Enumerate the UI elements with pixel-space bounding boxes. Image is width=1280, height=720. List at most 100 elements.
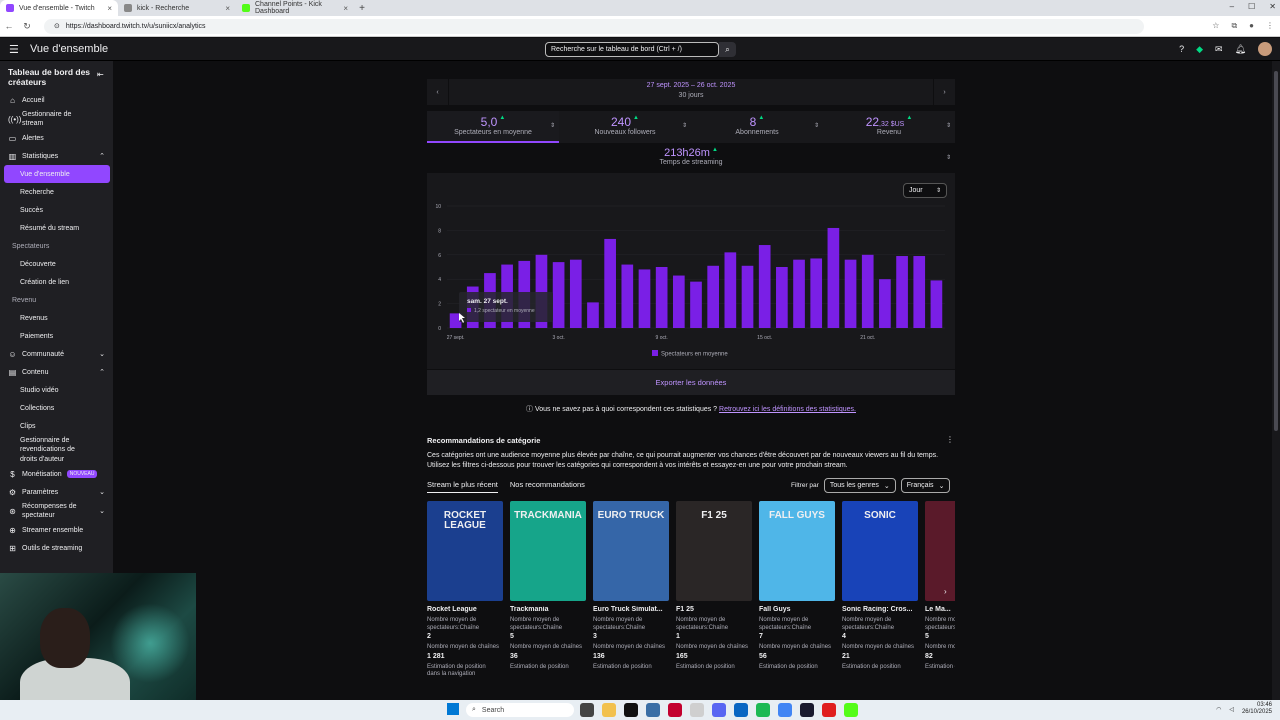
wifi-icon[interactable]: ◠ bbox=[1216, 706, 1221, 713]
category-card[interactable]: F1 25 F1 25 Nombre moyen de spectateurs:Ch… bbox=[676, 501, 752, 671]
discord-icon[interactable] bbox=[712, 703, 726, 717]
windows-start-icon[interactable] bbox=[447, 703, 459, 715]
browser-tab-kick-dashboard[interactable]: Channel Points - Kick Dashboard × bbox=[236, 0, 354, 16]
category-name[interactable]: Sonic Racing: Cros... bbox=[842, 606, 918, 613]
new-tab-button[interactable]: + bbox=[354, 0, 370, 16]
sidebar-item-r-sum-du-stream[interactable]: Résumé du stream bbox=[0, 219, 113, 237]
category-cover[interactable]: FALL GUYS bbox=[759, 501, 835, 601]
sidebar-item-paiements[interactable]: Paiements bbox=[0, 327, 113, 345]
chevron-down-icon[interactable]: ⌄ bbox=[99, 350, 105, 358]
close-tab-icon[interactable]: × bbox=[343, 4, 348, 13]
sidebar-item-contenu[interactable]: ▤ Contenu ⌃ bbox=[0, 363, 113, 381]
spotify-icon[interactable] bbox=[756, 703, 770, 717]
clock[interactable]: 03:46 26/10/2025 bbox=[1242, 702, 1272, 716]
search-icon[interactable]: ⌕ bbox=[719, 42, 736, 57]
genre-select[interactable]: Tous les genres ⌄ bbox=[823, 478, 896, 493]
collapse-sidebar-icon[interactable]: ⇤ bbox=[97, 70, 104, 79]
stat-card[interactable]: 8 ▲ Abonnements ⇕ bbox=[691, 111, 823, 143]
sidebar-item-gestionnaire-de-revendications-de-droits-d-auteur[interactable]: Gestionnaire de revendications de droits… bbox=[0, 435, 113, 465]
category-card[interactable]: ROCKET LEAGUE Rocket League Nombre moyen d… bbox=[427, 501, 503, 679]
tiktok-icon[interactable] bbox=[624, 703, 638, 717]
task-view-icon[interactable] bbox=[580, 703, 594, 717]
category-name[interactable]: Euro Truck Simulat... bbox=[593, 606, 669, 613]
sidebar-item-outils-de-streaming[interactable]: ⊞ Outils de streaming bbox=[0, 539, 113, 557]
category-card[interactable]: TRACKMANIA Trackmania Nombre moyen de spec… bbox=[510, 501, 586, 671]
category-card[interactable]: Le Ma... Nombre moyen de spectateurs:Chaî… bbox=[925, 501, 955, 671]
app-icon[interactable] bbox=[800, 703, 814, 717]
stat-card[interactable]: 22,32 $US▲ Revenu ⇕ bbox=[823, 111, 955, 143]
date-range[interactable]: 27 sept. 2025 – 26 oct. 2025 bbox=[427, 82, 955, 89]
dashboard-search-input[interactable]: Recherche sur le tableau de bord (Ctrl +… bbox=[545, 42, 719, 57]
category-name[interactable]: Trackmania bbox=[510, 606, 586, 613]
more-options-icon[interactable]: ⋮ bbox=[946, 435, 954, 444]
category-card[interactable]: EURO TRUCK Euro Truck Simulat... Nombre mo… bbox=[593, 501, 669, 671]
sidebar-item-succ-s[interactable]: Succès bbox=[0, 201, 113, 219]
category-cover[interactable]: ROCKET LEAGUE bbox=[427, 501, 503, 601]
obs-icon[interactable] bbox=[822, 703, 836, 717]
app-icon[interactable] bbox=[690, 703, 704, 717]
browser-tab-twitch[interactable]: Vue d'ensemble - Twitch × bbox=[0, 0, 118, 16]
profile-icon[interactable]: ● bbox=[1249, 21, 1254, 31]
next-period-icon[interactable]: › bbox=[933, 79, 955, 105]
extensions-icon[interactable]: ⧉ bbox=[1231, 21, 1237, 31]
category-name[interactable]: Rocket League bbox=[427, 606, 503, 613]
sidebar-item-cr-ation-de-lien[interactable]: Création de lien bbox=[0, 273, 113, 291]
file-explorer-icon[interactable] bbox=[602, 703, 616, 717]
minimize-icon[interactable]: – bbox=[1230, 2, 1234, 11]
avatar[interactable] bbox=[1258, 42, 1272, 56]
scrollbar-thumb[interactable] bbox=[1274, 71, 1278, 431]
tab-recent-stream[interactable]: Stream le plus récent bbox=[427, 480, 498, 493]
outlook-icon[interactable] bbox=[734, 703, 748, 717]
sidebar-item-param-tres[interactable]: ⚙ Paramètres ⌄ bbox=[0, 483, 113, 501]
app-icon[interactable] bbox=[668, 703, 682, 717]
sidebar-item-collections[interactable]: Collections bbox=[0, 399, 113, 417]
browser-tab-kick-search[interactable]: kick - Recherche × bbox=[118, 0, 236, 16]
category-cover[interactable]: SONIC bbox=[842, 501, 918, 601]
sidebar-item-d-couverte[interactable]: Découverte bbox=[0, 255, 113, 273]
sidebar-item-vue-d-ensemble[interactable]: Vue d'ensemble bbox=[4, 165, 110, 183]
category-name[interactable]: Le Ma... bbox=[925, 606, 955, 613]
close-tab-icon[interactable]: × bbox=[225, 4, 230, 13]
browser-menu-icon[interactable]: ⋮ bbox=[1266, 21, 1274, 31]
store-icon[interactable] bbox=[646, 703, 660, 717]
category-cover[interactable] bbox=[925, 501, 955, 601]
close-window-icon[interactable]: ✕ bbox=[1269, 2, 1276, 11]
sidebar-item-recherche[interactable]: Recherche bbox=[0, 183, 113, 201]
export-data-button[interactable]: Exporter les données bbox=[427, 370, 955, 395]
chevron-down-icon[interactable]: ⌄ bbox=[99, 507, 105, 516]
close-tab-icon[interactable]: × bbox=[107, 4, 112, 13]
definitions-link[interactable]: Retrouvez ici les définitions des statis… bbox=[719, 406, 856, 413]
url-field[interactable]: ⊙ https://dashboard.twitch.tv/u/suniicx/… bbox=[44, 18, 1144, 34]
sidebar-item-mon-tisation[interactable]: $ Monétisation NOUVEAU bbox=[0, 465, 113, 483]
help-icon[interactable]: ? bbox=[1179, 44, 1184, 54]
reload-icon[interactable]: ↻ bbox=[18, 21, 36, 32]
sidebar-item-r-compenses-de-spectateur[interactable]: ⊛ Récompenses de spectateur ⌄ bbox=[0, 501, 113, 521]
notifications-icon[interactable]: 🔔︎ bbox=[1235, 44, 1246, 55]
sidebar-item-accueil[interactable]: ⌂ Accueil bbox=[0, 91, 113, 109]
page-scrollbar[interactable] bbox=[1272, 61, 1280, 700]
category-name[interactable]: F1 25 bbox=[676, 606, 752, 613]
category-cover[interactable]: F1 25 bbox=[676, 501, 752, 601]
sidebar-item-gestionnaire-de-stream[interactable]: ((•)) Gestionnaire de stream bbox=[0, 109, 113, 129]
sidebar-item-clips[interactable]: Clips bbox=[0, 417, 113, 435]
chevron-right-icon[interactable]: › bbox=[944, 587, 947, 596]
stat-card[interactable]: 240 ▲ Nouveaux followers ⇕ bbox=[559, 111, 691, 143]
sidebar-item-statistiques[interactable]: ▥ Statistiques ⌃ bbox=[0, 147, 113, 165]
stat-card[interactable]: 5,0 ▲ Spectateurs en moyenne ⇕ bbox=[427, 111, 559, 143]
chevron-up-icon[interactable]: ⌃ bbox=[99, 152, 105, 160]
bits-icon[interactable]: ◆ bbox=[1196, 44, 1203, 55]
menu-icon[interactable]: ☰ bbox=[9, 43, 23, 56]
chevron-down-icon[interactable]: ⌄ bbox=[99, 488, 105, 496]
volume-icon[interactable]: ◁ bbox=[1229, 706, 1234, 713]
app-icon[interactable] bbox=[844, 703, 858, 717]
category-cover[interactable]: TRACKMANIA bbox=[510, 501, 586, 601]
category-card[interactable]: FALL GUYS Fall Guys Nombre moyen de specta… bbox=[759, 501, 835, 671]
category-card[interactable]: SONIC Sonic Racing: Cros... Nombre moyen d… bbox=[842, 501, 918, 671]
maximize-icon[interactable]: ☐ bbox=[1248, 2, 1255, 11]
site-info-icon[interactable]: ⊙ bbox=[54, 22, 60, 30]
stream-time-card[interactable]: 213h26m ▲ Temps de streaming ⇕ bbox=[427, 145, 955, 171]
sidebar-item-streamer-ensemble[interactable]: ⊕ Streamer ensemble bbox=[0, 521, 113, 539]
inbox-icon[interactable]: ✉ bbox=[1215, 44, 1223, 55]
language-select[interactable]: Français ⌄ bbox=[900, 478, 951, 493]
sidebar-item-alertes[interactable]: ▭ Alertes bbox=[0, 129, 113, 147]
